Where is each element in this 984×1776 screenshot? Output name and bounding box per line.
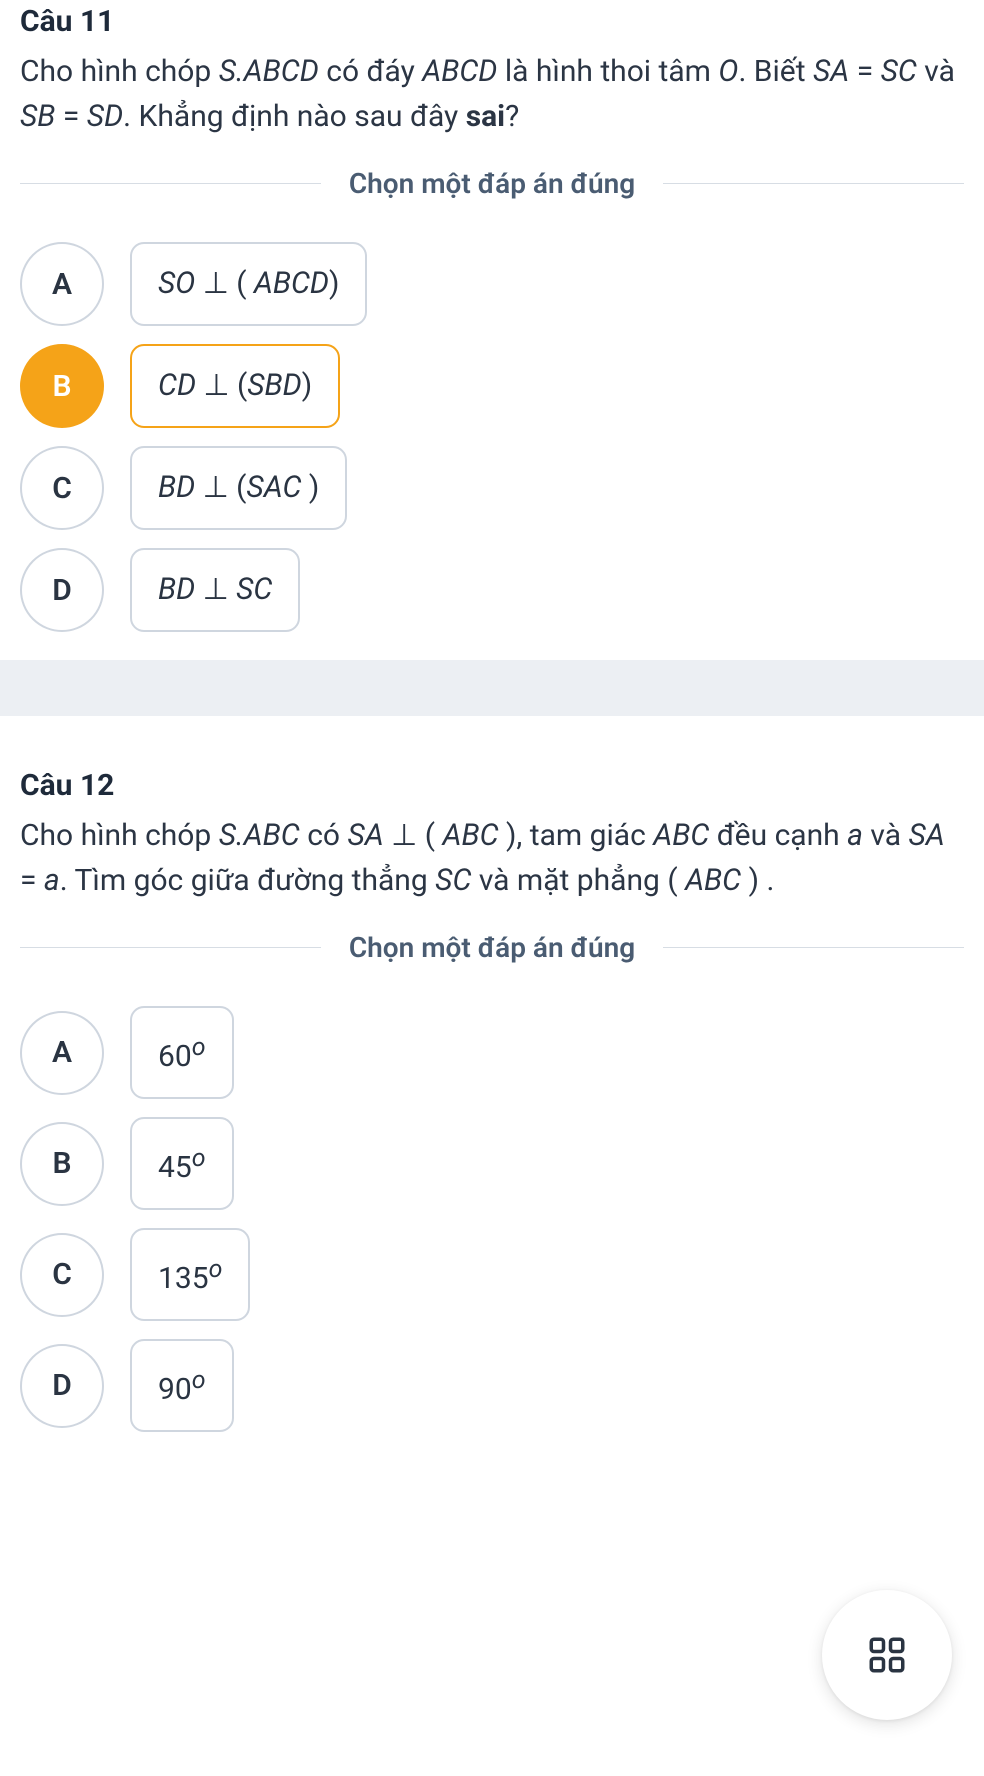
option-letter-a[interactable]: A xyxy=(20,1011,104,1095)
option-row[interactable]: A 60o xyxy=(20,1006,964,1099)
option-row[interactable]: B CD ⊥ (SBD) xyxy=(20,344,964,428)
option-letter-b[interactable]: B xyxy=(20,344,104,428)
option-content[interactable]: 45o xyxy=(130,1117,234,1210)
option-letter-b[interactable]: B xyxy=(20,1122,104,1206)
choose-one-divider: Chọn một đáp án đúng xyxy=(20,931,964,964)
option-row[interactable]: C BD ⊥ (SAC ) xyxy=(20,446,964,530)
divider-line-right xyxy=(663,947,964,948)
question-title: Câu 11 xyxy=(20,4,964,39)
option-row[interactable]: A SO ⊥ ( ABCD) xyxy=(20,242,964,326)
option-letter-c[interactable]: C xyxy=(20,446,104,530)
question-body: Cho hình chóp S.ABCD có đáy ABCD là hình… xyxy=(20,49,964,139)
divider-line-left xyxy=(20,947,321,948)
grid-icon xyxy=(866,1634,908,1676)
options-list: A 60o B 45o C 135o D 90o xyxy=(20,1006,964,1432)
option-content[interactable]: BD ⊥ SC xyxy=(130,548,300,632)
option-content[interactable]: BD ⊥ (SAC ) xyxy=(130,446,347,530)
question-11: Câu 11 Cho hình chóp S.ABCD có đáy ABCD … xyxy=(0,0,984,1432)
options-list: A SO ⊥ ( ABCD) B CD ⊥ (SBD) C BD ⊥ (SAC ) D BD … xyxy=(20,242,964,632)
option-row[interactable]: D 90o xyxy=(20,1339,964,1432)
option-content[interactable]: CD ⊥ (SBD) xyxy=(130,344,340,428)
divider-line-right xyxy=(663,183,964,184)
question-body: Cho hình chóp S.ABC có SA ⊥ ( ABC ), tam… xyxy=(20,813,964,903)
option-content[interactable]: 90o xyxy=(130,1339,234,1432)
divider-label: Chọn một đáp án đúng xyxy=(321,167,663,200)
option-letter-d[interactable]: D xyxy=(20,1344,104,1428)
divider-line-left xyxy=(20,183,321,184)
option-content[interactable]: 135o xyxy=(130,1228,250,1321)
option-content[interactable]: SO ⊥ ( ABCD) xyxy=(130,242,367,326)
divider-label: Chọn một đáp án đúng xyxy=(321,931,663,964)
option-row[interactable]: B 45o xyxy=(20,1117,964,1210)
question-title: Câu 12 xyxy=(20,768,964,803)
section-gap xyxy=(0,660,984,716)
choose-one-divider: Chọn một đáp án đúng xyxy=(20,167,964,200)
option-row[interactable]: D BD ⊥ SC xyxy=(20,548,964,632)
option-letter-c[interactable]: C xyxy=(20,1233,104,1317)
grid-menu-button[interactable] xyxy=(822,1590,952,1720)
option-letter-d[interactable]: D xyxy=(20,548,104,632)
option-row[interactable]: C 135o xyxy=(20,1228,964,1321)
option-content[interactable]: 60o xyxy=(130,1006,234,1099)
option-letter-a[interactable]: A xyxy=(20,242,104,326)
